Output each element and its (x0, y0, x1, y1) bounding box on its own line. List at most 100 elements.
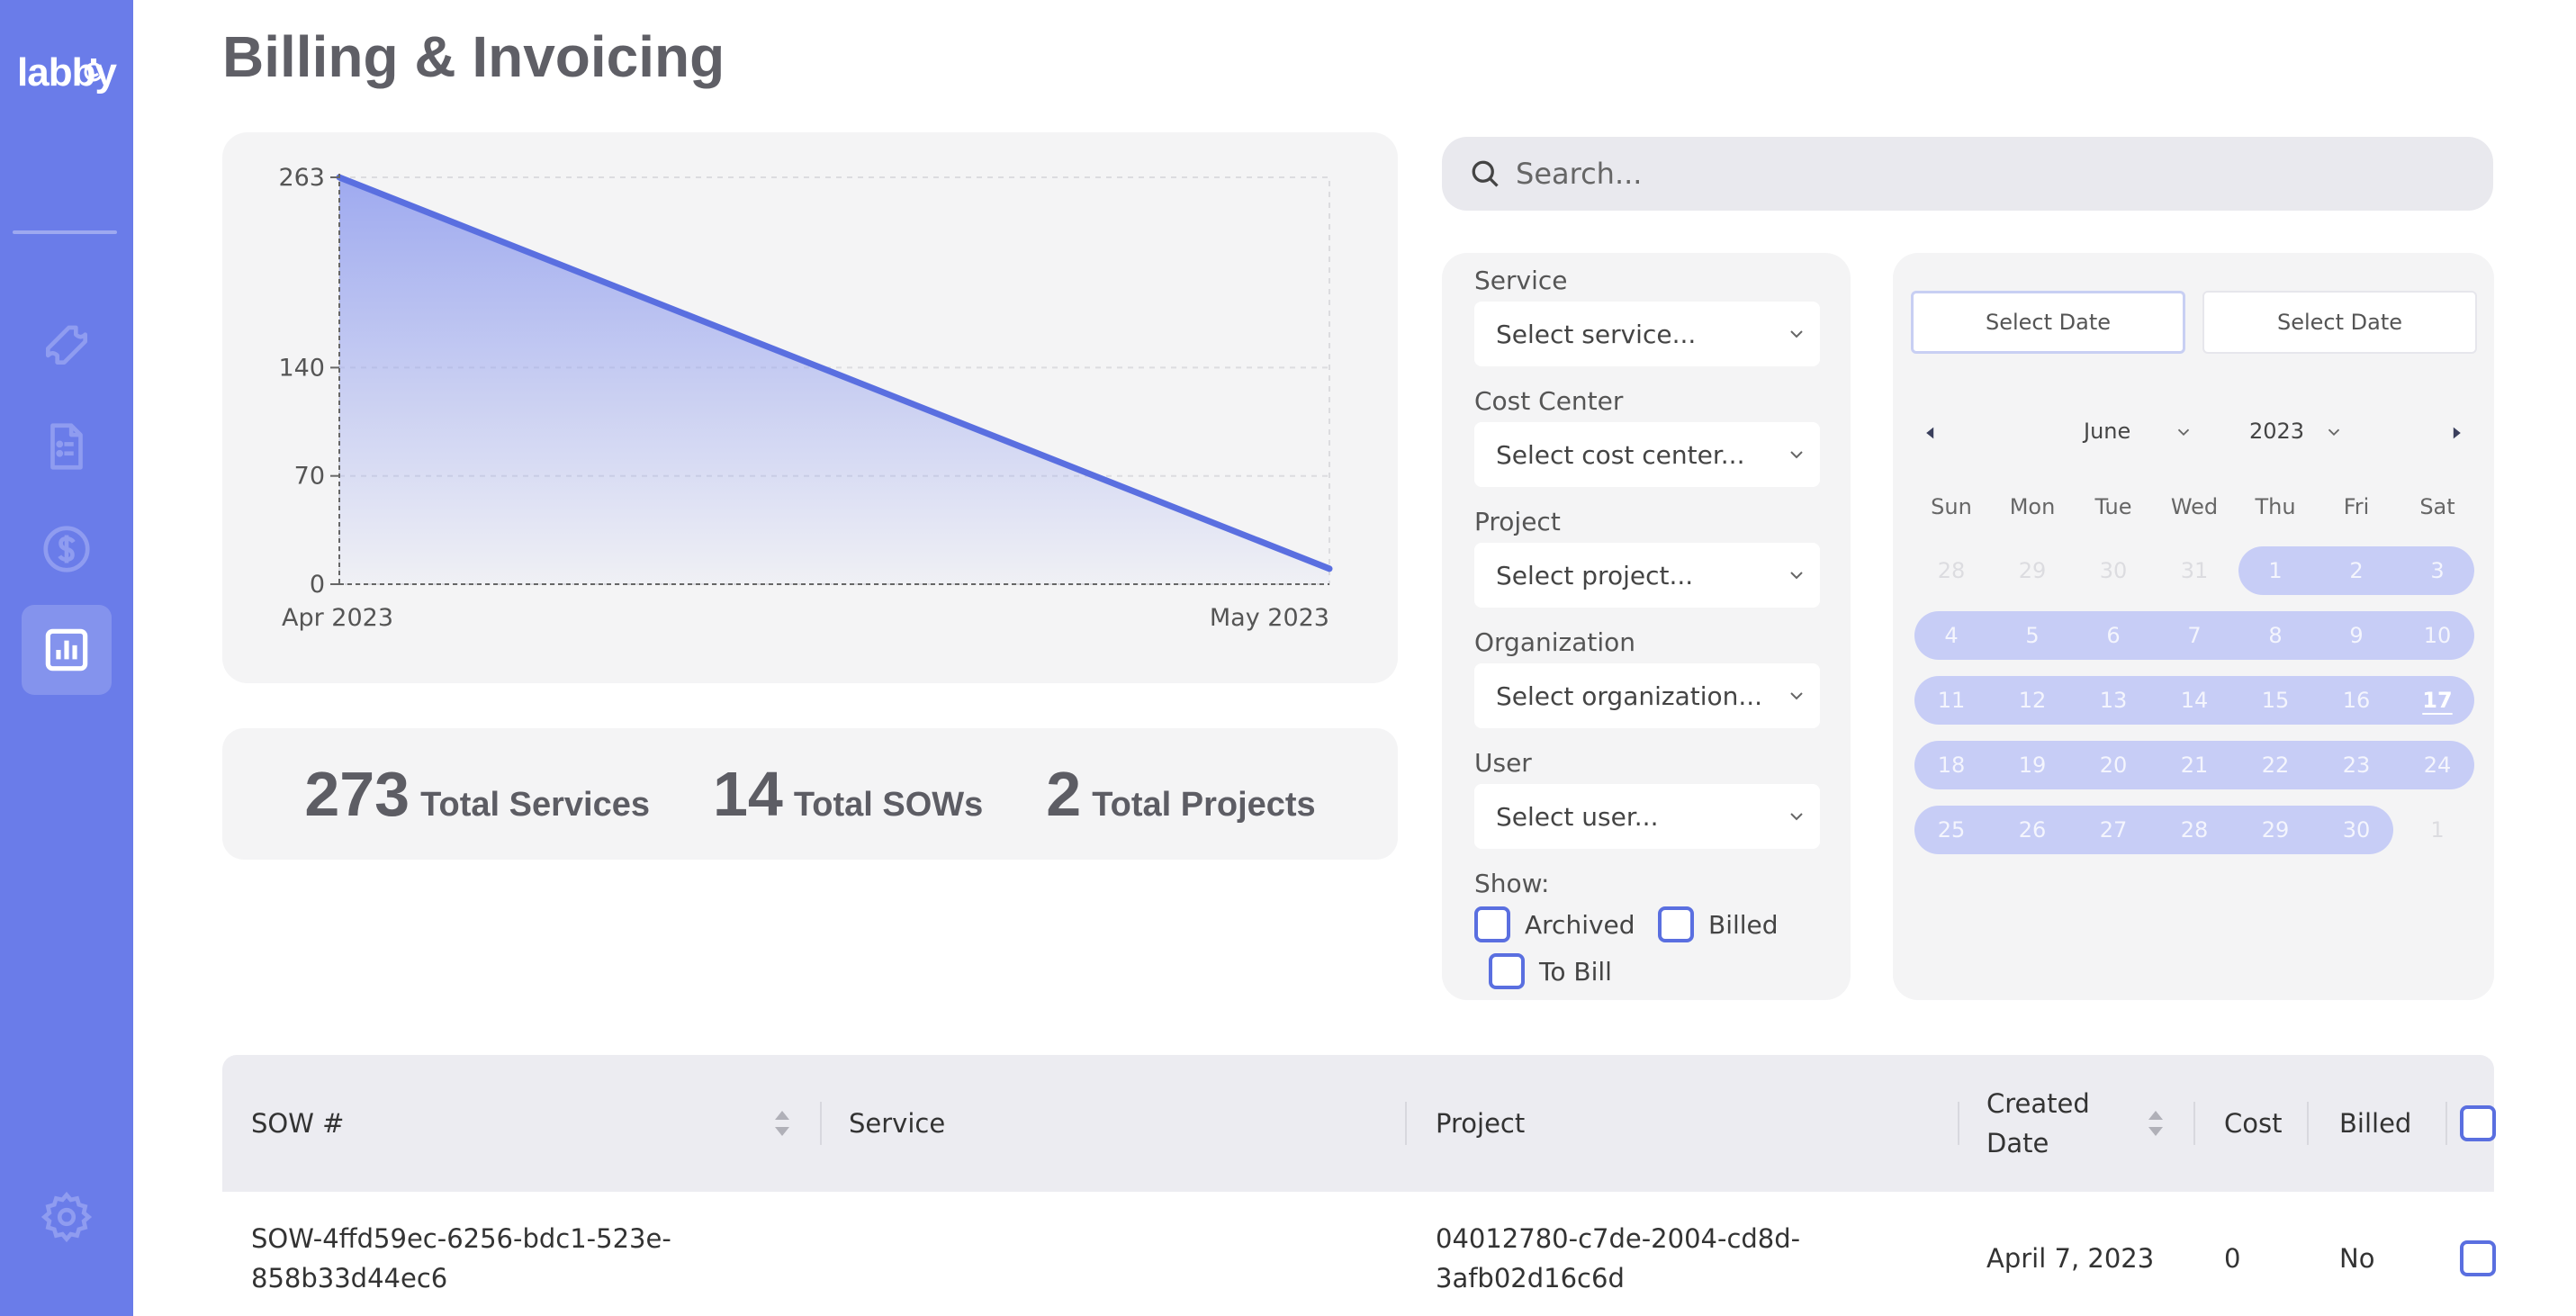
archived-checkbox[interactable] (1474, 906, 1510, 942)
month-value: June (2084, 419, 2131, 444)
calendar-day[interactable]: 10 (2397, 611, 2478, 660)
previous-month-button[interactable] (1913, 415, 1949, 451)
show-label: Show: (1474, 869, 1550, 898)
chevron-down-icon (1790, 692, 1803, 700)
calendar-day[interactable]: 20 (2073, 741, 2154, 789)
gear-icon (41, 1191, 93, 1243)
organization-label: Organization (1474, 627, 1636, 657)
calendar-day[interactable]: 15 (2235, 676, 2316, 725)
calendar-day[interactable]: 4 (1911, 611, 1992, 660)
end-date-button[interactable]: Select Date (2202, 291, 2477, 354)
column-header-created-date[interactable]: Created Date (1986, 1055, 2090, 1192)
sidebar-item-reports[interactable] (22, 605, 112, 695)
sidebar-item-services[interactable] (22, 299, 112, 389)
services-area-chart: 0 70 140 263 Apr 2023 May 2023 (278, 164, 1333, 632)
search-input[interactable] (1516, 157, 2461, 191)
show-to-bill-option[interactable]: To Bill (1489, 953, 1612, 989)
calendar-day[interactable]: 19 (1992, 741, 2073, 789)
calendar-day[interactable]: 11 (1911, 676, 1992, 725)
column-header-billed[interactable]: Billed (2339, 1055, 2411, 1192)
billed-checkbox[interactable] (1658, 906, 1694, 942)
weekday-label: Mon (2009, 494, 2056, 519)
project-label: Project (1474, 507, 1561, 536)
created-header-line1: Created (1986, 1088, 2090, 1119)
bar-chart-icon (45, 628, 88, 672)
cell-billed: No (2339, 1243, 2375, 1274)
stat-value: 273 (304, 759, 410, 829)
next-month-button[interactable] (2438, 415, 2474, 451)
calendar-day[interactable]: 22 (2235, 741, 2316, 789)
start-date-button[interactable]: Select Date (1911, 291, 2185, 354)
calendar-day[interactable]: 3 (2397, 546, 2478, 595)
calendar-day[interactable]: 23 (2316, 741, 2397, 789)
column-header-service[interactable]: Service (849, 1055, 945, 1192)
calendar-day[interactable]: 26 (1992, 806, 2073, 854)
calendar-day[interactable]: 30 (2316, 806, 2397, 854)
calendar-day[interactable]: 24 (2397, 741, 2478, 789)
calendar-day[interactable]: 18 (1911, 741, 1992, 789)
show-archived-option[interactable]: Archived (1474, 906, 1635, 942)
calendar-day[interactable]: 5 (1992, 611, 2073, 660)
calendar-day[interactable]: 7 (2154, 611, 2235, 660)
triangle-left-icon (1926, 427, 1934, 439)
app-logo[interactable]: labby (0, 50, 133, 95)
archived-label: Archived (1525, 909, 1635, 940)
calendar-day[interactable]: 16 (2316, 676, 2397, 725)
x-tick-label: May 2023 (1210, 604, 1329, 632)
calendar-day[interactable]: 13 (2073, 676, 2154, 725)
project-select[interactable]: Select project... (1474, 543, 1820, 608)
calendar-day[interactable]: 9 (2316, 611, 2397, 660)
cost-center-select[interactable]: Select cost center... (1474, 422, 1820, 487)
calendar-day[interactable]: 27 (2073, 806, 2154, 854)
year-value: 2023 (2249, 419, 2305, 444)
column-header-sow[interactable]: SOW # (251, 1055, 344, 1192)
sidebar-item-settings[interactable] (22, 1172, 112, 1262)
page-title: Billing & Invoicing (222, 24, 725, 89)
month-select[interactable]: June (2084, 419, 2193, 444)
calendar-day[interactable]: 29 (1992, 546, 2073, 595)
calendar-day[interactable]: 12 (1992, 676, 2073, 725)
row-select-checkbox[interactable] (2460, 1240, 2496, 1276)
project-line2: 3afb02d16c6d (1436, 1263, 1625, 1293)
calendar-day[interactable]: 8 (2235, 611, 2316, 660)
service-select[interactable]: Select service... (1474, 302, 1820, 366)
calendar-day[interactable]: 6 (2073, 611, 2154, 660)
stat-value: 2 (1046, 759, 1082, 829)
calendar-day[interactable]: 21 (2154, 741, 2235, 789)
cell-sow[interactable]: SOW-4ffd59ec-6256-bdc1-523e- 858b33d44ec… (251, 1219, 671, 1298)
calendar-day[interactable]: 2 (2316, 546, 2397, 595)
calendar-day[interactable]: 14 (2154, 676, 2235, 725)
sidebar-item-billing[interactable] (22, 504, 112, 594)
dollar-circle-icon (43, 526, 90, 572)
calendar-day[interactable]: 25 (1911, 806, 1992, 854)
sidebar: labby (0, 0, 133, 1316)
calendar-day[interactable]: 1 (2397, 806, 2478, 854)
sort-icon[interactable] (773, 1109, 791, 1138)
user-select[interactable]: Select user... (1474, 784, 1820, 849)
sow-line2: 858b33d44ec6 (251, 1263, 448, 1293)
column-separator (2445, 1102, 2447, 1145)
column-header-cost[interactable]: Cost (2224, 1055, 2282, 1192)
organization-select[interactable]: Select organization... (1474, 663, 1820, 728)
calendar-day[interactable]: 28 (1911, 546, 1992, 595)
triangle-right-icon (2453, 427, 2461, 439)
column-header-project[interactable]: Project (1436, 1055, 1525, 1192)
stat-total-projects: 2 Total Projects (1046, 758, 1315, 830)
select-all-checkbox[interactable] (2460, 1105, 2496, 1141)
weekday-label: Fri (2343, 494, 2370, 519)
calendar-day[interactable]: 29 (2235, 806, 2316, 854)
sidebar-item-invoices[interactable] (22, 401, 112, 491)
calendar-day[interactable]: 31 (2154, 546, 2235, 595)
column-separator (2307, 1102, 2309, 1145)
calendar-day[interactable]: 30 (2073, 546, 2154, 595)
year-select[interactable]: 2023 (2249, 419, 2344, 444)
cost-center-label: Cost Center (1474, 386, 1624, 416)
calendar-day[interactable]: 17 (2397, 676, 2478, 725)
show-billed-option[interactable]: Billed (1658, 906, 1779, 942)
sort-icon[interactable] (2147, 1109, 2165, 1138)
search-icon (1472, 160, 1499, 187)
search-bar[interactable] (1442, 137, 2493, 211)
calendar-day[interactable]: 1 (2235, 546, 2316, 595)
calendar-day[interactable]: 28 (2154, 806, 2235, 854)
to-bill-checkbox[interactable] (1489, 953, 1525, 989)
